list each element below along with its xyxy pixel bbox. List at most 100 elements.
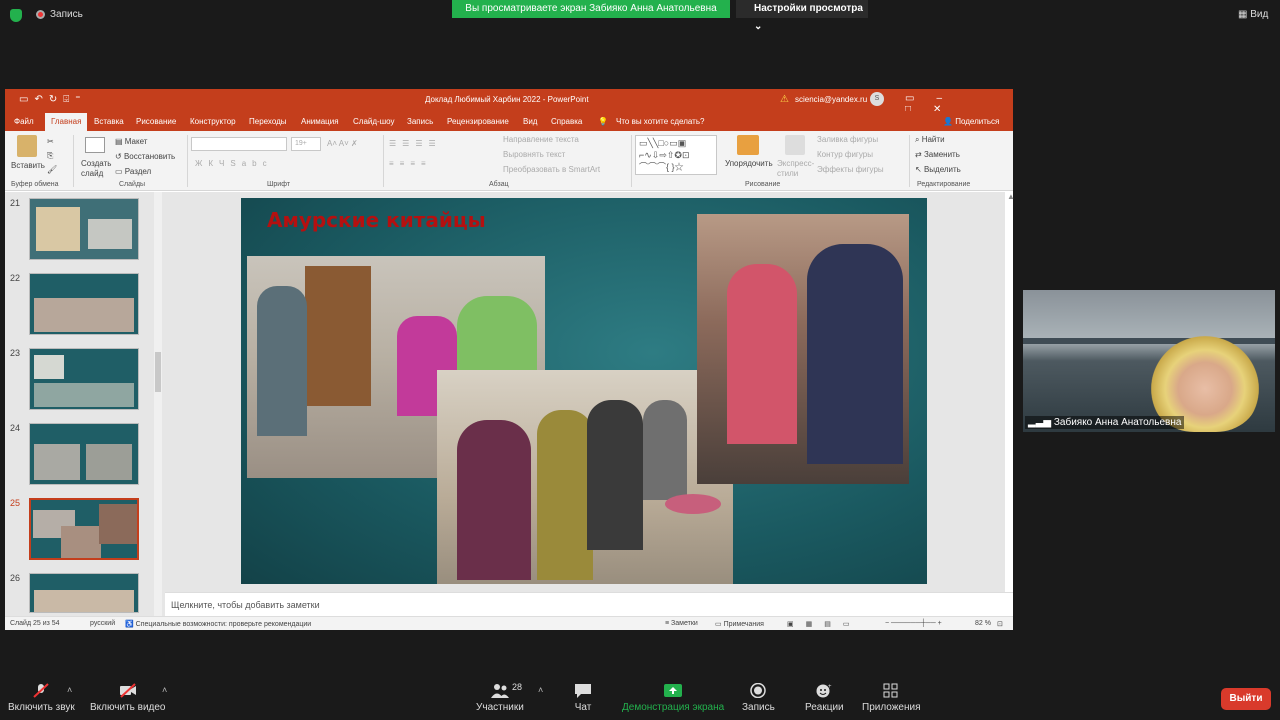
slide-thumbnail[interactable] xyxy=(29,273,139,335)
slide-thumbnail[interactable] xyxy=(29,573,139,613)
account-avatar[interactable]: S xyxy=(870,92,884,106)
record-button[interactable]: Запись xyxy=(742,683,775,713)
arrange-icon xyxy=(737,135,759,155)
reactions-button[interactable]: + Реакции xyxy=(805,683,844,713)
notes-toggle[interactable]: ≡ Заметки xyxy=(665,620,698,627)
slide-thumbnail[interactable] xyxy=(29,348,139,410)
list-icons[interactable]: ☰☰☰☰ xyxy=(389,139,442,148)
ribbon-tabs: Файл Главная Вставка Рисование Конструкт… xyxy=(5,111,1013,131)
screen-share-banner: Вы просматриваете экран Забияко Анна Ана… xyxy=(452,0,730,18)
chevron-down-icon: ⌄ xyxy=(754,21,763,32)
view-settings-button[interactable]: Настройки просмотра ⌄ xyxy=(736,0,868,32)
participant-name: Забияко Анна Анатольевна xyxy=(1053,417,1182,428)
share-button[interactable]: 👤 Поделиться xyxy=(943,117,999,126)
tab-draw[interactable]: Рисование xyxy=(136,117,176,126)
shape-outline-button[interactable]: Контур фигуры xyxy=(817,150,873,159)
zoom-top-bar: Запись Вы просматриваете экран Забияко А… xyxy=(0,0,1280,32)
tab-help[interactable]: Справка xyxy=(551,117,582,126)
quick-styles-button[interactable]: Экспресс-стили xyxy=(777,159,814,179)
fit-slide-icon[interactable]: ⊡ xyxy=(997,620,1003,628)
copy-icon[interactable]: ⎘ xyxy=(47,151,53,161)
security-shield-icon[interactable] xyxy=(10,9,22,22)
tab-slideshow[interactable]: Слайд-шоу xyxy=(353,117,394,126)
view-mode-icons[interactable]: ▣▦▤▭ xyxy=(787,620,861,628)
share-screen-button[interactable]: Демонстрация экрана xyxy=(622,683,724,713)
font-size-adjust-icons[interactable]: A˄ A˅ ✗ xyxy=(327,139,358,148)
current-slide[interactable]: Амурские китайцы xyxy=(241,198,927,584)
align-text-button[interactable]: Выровнять текст xyxy=(503,150,565,159)
tab-file[interactable]: Файл xyxy=(14,117,34,126)
shapes-gallery[interactable]: ▭╲╲□○▭▣ ⌐∿⇩⇨⇧✪⊡ ⌒⌒⌒{ }☆ xyxy=(635,135,717,175)
select-label: Выделить xyxy=(923,165,961,174)
share-label: Поделиться xyxy=(955,117,1000,126)
slide-title[interactable]: Амурские китайцы xyxy=(267,208,486,232)
replace-label: Заменить xyxy=(923,150,960,159)
find-button[interactable]: ⌕ Найти xyxy=(915,135,945,145)
tab-design[interactable]: Конструктор xyxy=(190,117,236,126)
chat-icon xyxy=(575,684,591,698)
participants-icon xyxy=(490,684,509,698)
new-slide-button[interactable]: Создать слайд xyxy=(81,159,115,179)
chevron-up-icon[interactable]: ˄ xyxy=(67,685,72,695)
slide-thumbnail-selected[interactable] xyxy=(29,498,139,560)
slide-thumbnail[interactable] xyxy=(29,198,139,260)
chevron-up-icon[interactable]: ˄ xyxy=(162,685,167,695)
font-size-box[interactable]: 19+ xyxy=(291,137,321,151)
tab-record[interactable]: Запись xyxy=(407,117,433,126)
zoom-slider[interactable]: − ──────┼── + xyxy=(885,620,942,627)
start-video-button[interactable]: Включить видео xyxy=(90,683,166,713)
shape-effects-button[interactable]: Эффекты фигуры xyxy=(817,165,884,174)
reset-button[interactable]: ↺ Восстановить xyxy=(115,152,175,161)
chevron-up-icon[interactable]: ˄ xyxy=(538,685,543,695)
select-button[interactable]: ↖ Выделить xyxy=(915,165,961,174)
participants-button[interactable]: 28 Участники xyxy=(476,682,524,713)
comments-toggle[interactable]: ▭ Примечания xyxy=(715,620,764,628)
layout-button[interactable]: ▤ Макет xyxy=(115,137,147,146)
tab-view[interactable]: Вид xyxy=(523,117,537,126)
align-icons[interactable]: ≡≡≡≡ xyxy=(389,159,432,168)
slide-thumbnail[interactable] xyxy=(29,423,139,485)
format-painter-icon[interactable]: 🖌 xyxy=(47,165,57,174)
unmute-button[interactable]: Включить звук xyxy=(8,683,75,713)
cut-icon[interactable]: ✂ xyxy=(47,137,54,146)
separator xyxy=(187,135,188,187)
tab-review[interactable]: Рецензирование xyxy=(447,117,509,126)
shape-fill-button[interactable]: Заливка фигуры xyxy=(817,135,878,144)
font-name-box[interactable] xyxy=(191,137,287,151)
font-format-icons[interactable]: ЖКЧЅabc xyxy=(195,159,273,168)
accessibility-status[interactable]: ♿ Специальные возможности: проверьте рек… xyxy=(125,620,311,628)
group-slides: Слайды xyxy=(119,181,146,188)
arrange-button[interactable]: Упорядочить xyxy=(725,159,773,168)
zoom-level[interactable]: 82 % xyxy=(975,620,991,627)
tab-transitions[interactable]: Переходы xyxy=(249,117,287,126)
tell-me-search[interactable]: Что вы хотите сделать? xyxy=(616,117,704,126)
smartart-button[interactable]: Преобразовать в SmartArt xyxy=(503,165,600,174)
separator xyxy=(909,135,910,187)
photo-women-sitting[interactable] xyxy=(437,370,733,584)
quick-access-toolbar[interactable]: ▭↶↻⌹⁼ xyxy=(19,94,86,105)
scrollbar-thumb[interactable] xyxy=(155,352,161,392)
thumbnail-scrollbar[interactable] xyxy=(154,192,162,616)
scroll-up-icon[interactable]: ▲ xyxy=(1007,192,1015,201)
apps-button[interactable]: Приложения xyxy=(862,683,921,713)
language-indicator[interactable]: русский xyxy=(90,620,115,627)
slide-editor: Амурские китайцы ▲ xyxy=(165,192,1015,592)
tab-home[interactable]: Главная xyxy=(45,113,88,131)
tab-animations[interactable]: Анимация xyxy=(301,117,339,126)
chat-button[interactable]: Чат xyxy=(574,683,592,713)
tab-insert[interactable]: Вставка xyxy=(94,117,124,126)
view-button[interactable]: ▦ Вид xyxy=(1238,9,1268,20)
section-button[interactable]: ▭ Раздел xyxy=(115,167,151,176)
apps-icon xyxy=(883,683,898,698)
leave-meeting-button[interactable]: Выйти xyxy=(1221,688,1271,710)
photo-elderly-couple[interactable] xyxy=(697,214,909,484)
account-email[interactable]: sciencia@yandex.ru xyxy=(795,95,867,104)
recording-indicator[interactable]: Запись xyxy=(36,9,83,20)
paste-button[interactable]: Вставить xyxy=(11,161,45,170)
photo-person xyxy=(257,286,307,436)
participant-video-tile[interactable]: ▂▃▅ Забияко Анна Анатольевна xyxy=(1023,290,1275,432)
group-paragraph: Абзац xyxy=(489,181,509,188)
replace-button[interactable]: ⇄ Заменить xyxy=(915,150,960,159)
text-direction-button[interactable]: Направление текста xyxy=(503,135,579,144)
notes-pane[interactable]: Щелкните, чтобы добавить заметки xyxy=(165,592,1013,616)
